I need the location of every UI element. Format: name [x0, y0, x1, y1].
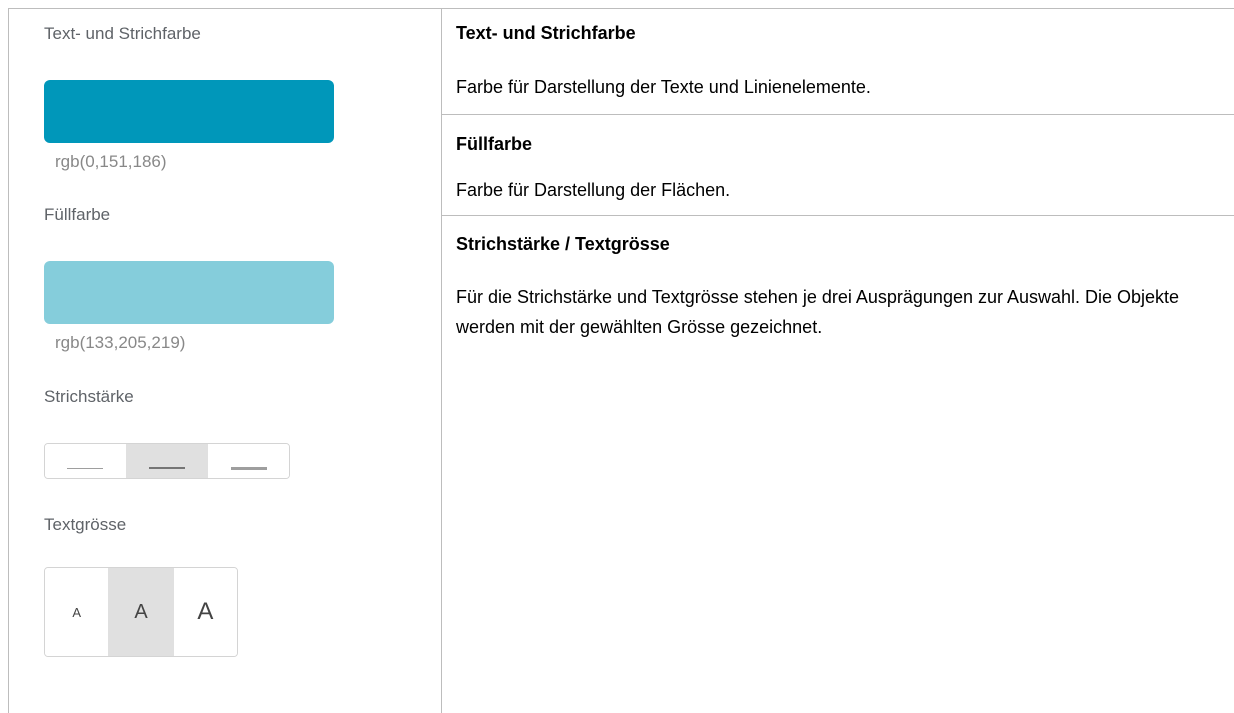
section-divider	[441, 215, 1234, 216]
text-size-small-button[interactable]: A	[45, 568, 109, 656]
top-border	[8, 8, 441, 9]
medium-line-icon	[149, 467, 185, 469]
section-divider	[441, 114, 1234, 115]
text-size-large-button[interactable]: A	[172, 568, 237, 656]
fill-color-value: rgb(133,205,219)	[55, 333, 186, 352]
section-title: Text- und Strichfarbe	[456, 23, 636, 43]
thin-line-icon	[67, 467, 104, 469]
stroke-width-thick-button[interactable]	[207, 444, 289, 478]
stroke-width-selector	[44, 443, 290, 479]
text-size-selector: A A A	[44, 567, 238, 657]
left-border	[8, 8, 9, 713]
section-text: Für die Strichstärke und Textgrösse steh…	[456, 287, 1180, 337]
text-size-label: Textgrösse	[44, 515, 127, 534]
stroke-color-value: rgb(0,151,186)	[55, 152, 167, 171]
section-title: Füllfarbe	[456, 134, 533, 154]
text-size-medium-button[interactable]: A	[108, 568, 173, 656]
section-text: Farbe für Darstellung der Texte und Lini…	[456, 77, 871, 97]
top-border	[441, 8, 1234, 9]
stroke-width-medium-button[interactable]	[125, 444, 208, 478]
fill-color-swatch[interactable]	[44, 261, 334, 324]
stroke-width-label: Strichstärke	[44, 387, 134, 406]
section-title: Strichstärke / Textgrösse	[456, 234, 670, 254]
stroke-color-swatch[interactable]	[44, 80, 334, 143]
thick-line-icon	[230, 466, 267, 470]
stroke-color-label: Text- und Strichfarbe	[44, 24, 201, 43]
stroke-width-thin-button[interactable]	[45, 444, 126, 478]
section-text: Farbe für Darstellung der Flächen.	[456, 180, 731, 200]
fill-color-label: Füllfarbe	[44, 205, 111, 224]
